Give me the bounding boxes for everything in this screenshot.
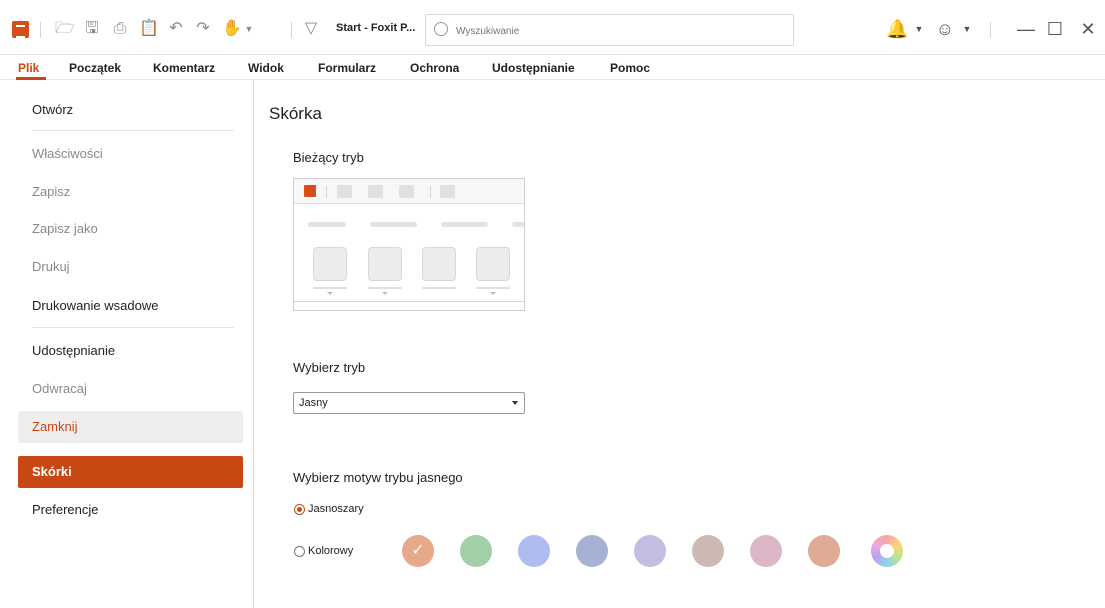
preview-tab [370, 222, 417, 227]
preview-caret-icon [327, 292, 333, 295]
color-swatch[interactable] [460, 535, 492, 567]
tab-formularz[interactable]: Formularz [318, 61, 376, 75]
maximize-icon[interactable]: ☐ [1044, 18, 1066, 40]
mode-select-value: Jasny [299, 397, 328, 409]
tab-widok[interactable]: Widok [248, 61, 284, 75]
sidebar-item-drukuj[interactable]: Drukuj [18, 251, 243, 283]
sidebar-item-drukowanie-wsadowe[interactable]: Drukowanie wsadowe [18, 290, 243, 322]
file-sidebar: Otwórz Właściwości Zapisz Zapisz jako Dr… [0, 80, 254, 608]
checkmark-icon: ✓ [411, 542, 425, 559]
sidebar-item-skorki[interactable]: Skórki [18, 456, 243, 488]
tab-poczatek[interactable]: Początek [69, 61, 121, 75]
multicolor-icon[interactable] [871, 535, 903, 567]
preview-label [368, 287, 402, 289]
color-swatch[interactable] [518, 535, 550, 567]
color-swatch[interactable] [692, 535, 724, 567]
foxit-logo-icon [12, 21, 29, 38]
chevron-down-icon [512, 401, 518, 405]
preview-divider [294, 301, 524, 302]
paste-icon[interactable]: 📋 [139, 20, 159, 38]
color-swatch[interactable] [634, 535, 666, 567]
preview-separator [326, 186, 327, 198]
separator [990, 22, 991, 38]
sidebar-item-odwracaj[interactable]: Odwracaj [18, 373, 243, 405]
undo-icon[interactable]: ↶ [167, 20, 185, 38]
sidebar-item-wlasciwosci[interactable]: Właściwości [18, 138, 243, 170]
redo-icon[interactable]: ↷ [194, 20, 212, 38]
tab-komentarz[interactable]: Komentarz [153, 61, 215, 75]
hand-tool-dropdown-icon[interactable]: ▼ [240, 20, 258, 38]
color-swatch[interactable] [808, 535, 840, 567]
preview-tab [512, 222, 524, 227]
preview-tile [422, 247, 456, 281]
preview-label [313, 287, 347, 289]
menu-bar: Plik Początek Komentarz Widok Formularz … [0, 54, 1105, 80]
sidebar-item-preferencje[interactable]: Preferencje [18, 494, 243, 526]
separator [40, 22, 41, 38]
hand-tool-icon[interactable]: ✋ [222, 20, 242, 38]
tab-pomoc[interactable]: Pomoc [610, 61, 650, 75]
title-bar: 🗁 🖫 ⎙ 📋 ↶ ↷ ✋ ▼ ▽ Start - Foxit P... 🔔 ▼… [0, 0, 1105, 54]
preview-tile [313, 247, 347, 281]
color-swatch[interactable] [750, 535, 782, 567]
document-title: Start - Foxit P... [336, 22, 416, 34]
color-swatch[interactable]: ✓ [402, 535, 434, 567]
minimize-icon[interactable]: — [1015, 18, 1037, 40]
preview-tab [308, 222, 346, 227]
save-icon[interactable]: 🖫 [83, 20, 101, 38]
preview-toolbar [294, 179, 524, 204]
account-icon[interactable]: ☺ [934, 18, 956, 40]
search-icon [434, 22, 448, 36]
bell-dropdown-icon[interactable]: ▼ [908, 18, 930, 40]
preview-tile [476, 247, 510, 281]
radio-colorful-label[interactable]: Kolorowy [308, 545, 353, 557]
mode-select[interactable]: Jasny [293, 392, 525, 414]
radio-colorful[interactable] [294, 546, 305, 557]
preview-tile [368, 247, 402, 281]
preview-logo-icon [304, 185, 316, 197]
preview-caret-icon [490, 292, 496, 295]
customize-quick-access-icon[interactable]: ▽ [302, 20, 320, 38]
tab-plik[interactable]: Plik [18, 61, 39, 75]
bell-icon[interactable]: 🔔 [886, 18, 908, 40]
search-input[interactable] [456, 21, 756, 41]
preview-separator [430, 186, 431, 198]
sidebar-item-zapisz[interactable]: Zapisz [18, 176, 243, 208]
preview-button [440, 185, 455, 198]
sidebar-item-udostepnianie[interactable]: Udostępnianie [18, 335, 243, 367]
radio-light-gray-label[interactable]: Jasnoszary [308, 503, 364, 515]
divider [32, 327, 234, 328]
sidebar-item-zapisz-jako[interactable]: Zapisz jako [18, 213, 243, 245]
search-box[interactable] [425, 14, 794, 46]
sidebar-item-zamknij[interactable]: Zamknij [18, 411, 243, 443]
preview-button [368, 185, 383, 198]
preview-label [422, 287, 456, 289]
close-icon[interactable]: ✕ [1077, 18, 1099, 40]
radio-light-gray[interactable] [294, 504, 305, 515]
mode-preview [293, 178, 525, 311]
preview-button [399, 185, 414, 198]
print-icon[interactable]: ⎙ [111, 20, 129, 38]
skins-panel: Skórka Bieżący tryb Wybierz tryb Jasny W… [255, 80, 1105, 608]
current-mode-label: Bieżący tryb [293, 150, 364, 165]
choose-theme-label: Wybierz motyw trybu jasnego [293, 470, 463, 485]
preview-label [476, 287, 510, 289]
divider [32, 130, 234, 131]
open-icon[interactable]: 🗁 [55, 20, 75, 38]
preview-button [337, 185, 352, 198]
account-dropdown-icon[interactable]: ▼ [956, 18, 978, 40]
preview-tab [441, 222, 488, 227]
tab-ochrona[interactable]: Ochrona [410, 61, 459, 75]
preview-caret-icon [382, 292, 388, 295]
color-swatch[interactable] [576, 535, 608, 567]
tab-udostepnianie[interactable]: Udostępnianie [492, 61, 575, 75]
sidebar-item-otworz[interactable]: Otwórz [18, 94, 243, 126]
separator [291, 22, 292, 38]
choose-mode-label: Wybierz tryb [293, 360, 366, 375]
page-title: Skórka [269, 104, 322, 123]
